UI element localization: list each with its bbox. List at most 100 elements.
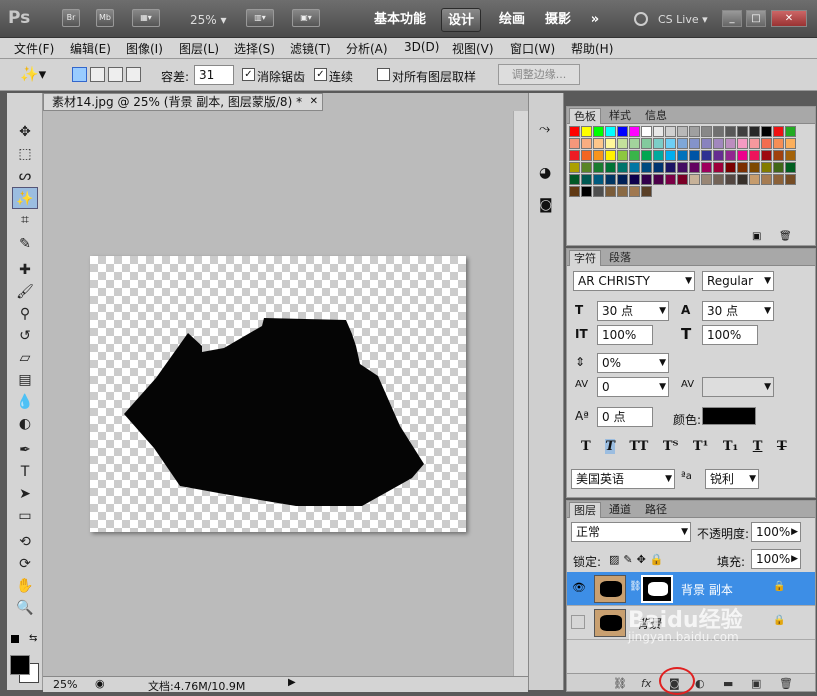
swatch[interactable] [653, 162, 664, 173]
text-color-swatch[interactable] [702, 407, 756, 425]
tab-layers[interactable]: 图层 [569, 502, 601, 518]
swatch[interactable] [569, 162, 580, 173]
3d-rotate-tool-icon[interactable]: ⟲ [12, 531, 38, 553]
swatch[interactable] [617, 162, 628, 173]
3d-orbit-tool-icon[interactable]: ⟳ [12, 553, 38, 575]
swatch[interactable] [761, 150, 772, 161]
swatch[interactable] [653, 174, 664, 185]
swatch[interactable] [665, 162, 676, 173]
tolerance-input[interactable]: 31 [194, 65, 234, 85]
magic-wand-preset-icon[interactable]: ✨▾ [20, 65, 46, 83]
dodge-tool-icon[interactable]: ◐ [12, 413, 38, 435]
swatch[interactable] [761, 126, 772, 137]
swatch[interactable] [701, 162, 712, 173]
swatch[interactable] [737, 162, 748, 173]
swatch[interactable] [581, 162, 592, 173]
fill-input[interactable]: 100% ▶ [751, 549, 801, 569]
history-brush-tool-icon[interactable]: ↺ [12, 325, 38, 347]
intersect-selection-icon[interactable] [126, 67, 141, 82]
swatch[interactable] [737, 126, 748, 137]
baseline-shift-input[interactable]: 0 点 [597, 407, 653, 427]
new-layer-icon[interactable]: ▣ [751, 677, 761, 690]
contiguous-checkbox[interactable]: ✓ [314, 68, 327, 81]
font-family-select[interactable]: AR CHRISTY ▼ [573, 271, 695, 291]
swatch[interactable] [593, 150, 604, 161]
more-workspaces-button[interactable]: » [584, 8, 606, 32]
swatch[interactable] [713, 126, 724, 137]
swatch[interactable] [569, 186, 580, 197]
menu-filter[interactable]: 滤镜(T) [290, 40, 331, 57]
swatch[interactable] [581, 126, 592, 137]
tab-info[interactable]: 信息 [641, 108, 671, 124]
swatch[interactable] [569, 174, 580, 185]
swatch[interactable] [605, 150, 616, 161]
cs-live-menu[interactable]: CS Live ▾ [658, 13, 708, 26]
swatch[interactable] [641, 186, 652, 197]
swatch[interactable] [725, 162, 736, 173]
swatch[interactable] [725, 150, 736, 161]
swatch[interactable] [737, 150, 748, 161]
swatch[interactable] [785, 174, 796, 185]
menu-analysis[interactable]: 分析(A) [346, 40, 388, 57]
swatch[interactable] [749, 162, 760, 173]
swatch[interactable] [605, 126, 616, 137]
swatch[interactable] [749, 150, 760, 161]
swatch[interactable] [641, 162, 652, 173]
swatch[interactable] [689, 150, 700, 161]
default-colors-icon[interactable] [11, 635, 19, 643]
swatch[interactable] [701, 126, 712, 137]
pen-tool-icon[interactable]: ✒ [12, 439, 38, 461]
swatch[interactable] [605, 138, 616, 149]
swatch[interactable] [713, 150, 724, 161]
eye-icon[interactable]: 👁 [572, 581, 586, 594]
swatch[interactable] [701, 138, 712, 149]
swap-colors-icon[interactable]: ⇆ [29, 633, 37, 644]
swatch[interactable] [737, 138, 748, 149]
bridge-button[interactable]: Br [62, 9, 80, 27]
swatch[interactable] [713, 174, 724, 185]
swatch[interactable] [605, 174, 616, 185]
gradient-tool-icon[interactable]: ▤ [12, 369, 38, 391]
swatch[interactable] [641, 174, 652, 185]
lock-icons[interactable]: ▨✎✥🔒 [609, 553, 668, 566]
swatch[interactable] [749, 138, 760, 149]
swatch[interactable] [653, 126, 664, 137]
status-info-icon[interactable]: ◉ [95, 677, 105, 690]
swatch[interactable] [773, 150, 784, 161]
swatch-grid[interactable] [569, 126, 799, 212]
refine-edge-button[interactable]: 调整边缘... [498, 64, 580, 85]
swatch[interactable] [785, 138, 796, 149]
blur-tool-icon[interactable]: 💧 [12, 391, 38, 413]
menu-layer[interactable]: 图层(L) [179, 40, 219, 57]
maximize-button[interactable]: □ [746, 10, 766, 27]
menu-image[interactable]: 图像(I) [126, 40, 163, 57]
tab-character[interactable]: 字符 [569, 250, 601, 266]
swatch[interactable] [689, 162, 700, 173]
eyedropper-tool-icon[interactable]: ✎ [12, 233, 38, 255]
swatch[interactable] [629, 174, 640, 185]
swatch[interactable] [569, 138, 580, 149]
swatch[interactable] [749, 174, 760, 185]
delete-swatch-icon[interactable]: 🗑 [779, 231, 792, 242]
swatch[interactable] [665, 126, 676, 137]
swatch[interactable] [593, 126, 604, 137]
visibility-toggle[interactable] [571, 615, 585, 629]
document-canvas[interactable] [90, 256, 466, 532]
menu-help[interactable]: 帮助(H) [571, 40, 613, 57]
swatch[interactable] [701, 150, 712, 161]
swatch[interactable] [581, 174, 592, 185]
document-tab[interactable]: 素材14.jpg @ 25% (背景 副本, 图层蒙版/8) * ✕ [43, 93, 323, 111]
crop-tool-icon[interactable]: ⌗ [12, 209, 38, 231]
swatch[interactable] [593, 162, 604, 173]
minimize-button[interactable]: _ [722, 10, 742, 27]
lasso-tool-icon[interactable]: ᔕ [12, 165, 38, 187]
swatch[interactable] [677, 126, 688, 137]
subtract-selection-icon[interactable] [108, 67, 123, 82]
workspace-essentials[interactable]: 基本功能 [370, 8, 430, 32]
antialias-checkbox[interactable]: ✓ [242, 68, 255, 81]
text-style-buttons[interactable]: T T TT Tᵀ T¹ T₁ T T [581, 439, 787, 454]
swatch[interactable] [617, 186, 628, 197]
delete-layer-icon[interactable]: 🗑 [779, 677, 793, 690]
status-menu-arrow-icon[interactable]: ▶ [288, 677, 296, 688]
swatch[interactable] [641, 126, 652, 137]
